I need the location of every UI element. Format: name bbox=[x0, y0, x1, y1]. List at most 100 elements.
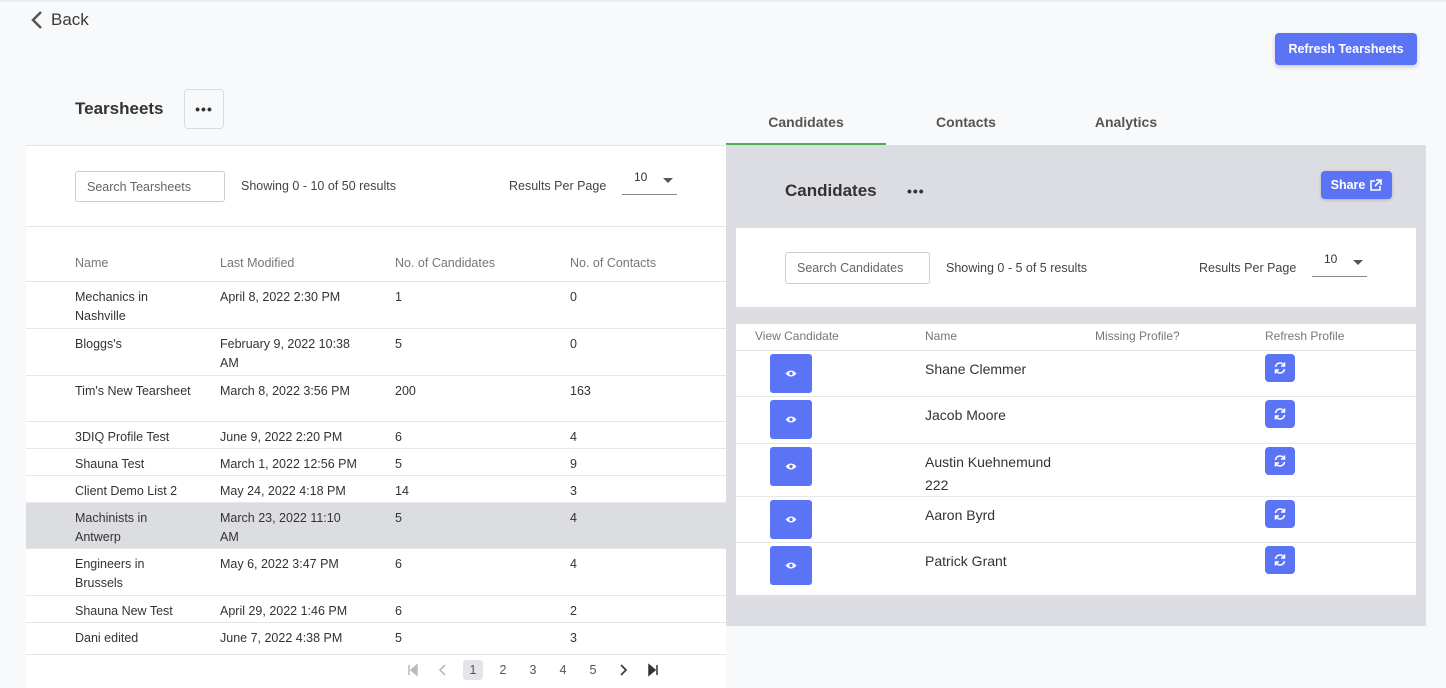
page-number: 4 bbox=[559, 663, 567, 677]
prev-page-button[interactable] bbox=[428, 659, 458, 681]
refresh-profile-button[interactable] bbox=[1265, 354, 1295, 382]
candidate-row: Austin Kuehnemund 222 bbox=[736, 444, 1416, 497]
row-modified: March 23, 2022 11:10 AM bbox=[220, 511, 341, 544]
col-missing-profile: Missing Profile? bbox=[1095, 329, 1180, 343]
refresh-profile-button[interactable] bbox=[1265, 447, 1295, 475]
row-candidates: 6 bbox=[395, 430, 402, 444]
candidates-search-bar: Showing 0 - 5 of 5 results Results Per P… bbox=[736, 228, 1416, 307]
row-name: Shauna New Test bbox=[75, 604, 173, 618]
first-page-button[interactable] bbox=[398, 659, 428, 681]
row-candidates: 6 bbox=[395, 604, 402, 618]
col-candidates: No. of Candidates bbox=[395, 256, 496, 270]
page-5-button[interactable]: 5 bbox=[578, 659, 608, 681]
page-4-button[interactable]: 4 bbox=[548, 659, 578, 681]
page-1-button[interactable]: 1 bbox=[458, 659, 488, 681]
row-modified: May 6, 2022 3:47 PM bbox=[220, 557, 339, 571]
tearsheets-rpp-select[interactable]: 10 bbox=[622, 166, 677, 195]
row-contacts: 0 bbox=[570, 290, 577, 304]
search-candidates-input[interactable] bbox=[785, 252, 930, 284]
row-contacts: 4 bbox=[570, 430, 577, 444]
candidate-row: Aaron Byrd bbox=[736, 497, 1416, 543]
candidates-more-button[interactable]: ••• bbox=[907, 183, 925, 199]
tearsheets-more-button[interactable]: ••• bbox=[184, 89, 224, 129]
search-tearsheets-input[interactable] bbox=[75, 171, 225, 202]
page-number: 2 bbox=[499, 663, 507, 677]
page-2-button[interactable]: 2 bbox=[488, 659, 518, 681]
view-candidate-button[interactable] bbox=[770, 354, 812, 393]
table-row[interactable]: Dani edited June 7, 2022 4:38 PM 5 3 bbox=[26, 623, 726, 655]
candidates-rpp-label: Results Per Page bbox=[1199, 261, 1297, 275]
tearsheets-rpp-value: 10 bbox=[634, 170, 648, 184]
row-contacts: 0 bbox=[570, 337, 577, 351]
row-contacts: 4 bbox=[570, 557, 577, 571]
caret-down-icon bbox=[663, 178, 673, 183]
top-border bbox=[0, 0, 1446, 2]
row-candidates: 5 bbox=[395, 337, 402, 351]
tearsheets-table-body: Mechanics in Nashville April 8, 2022 2:3… bbox=[26, 282, 726, 655]
row-name: Machinists in Antwerp bbox=[75, 511, 148, 544]
back-link[interactable]: Back bbox=[31, 10, 89, 30]
col-contacts: No. of Contacts bbox=[570, 256, 657, 270]
table-row[interactable]: Engineers in Brussels May 6, 2022 3:47 P… bbox=[26, 549, 726, 596]
row-candidates: 1 bbox=[395, 290, 402, 304]
tearsheets-rpp-label: Results Per Page bbox=[509, 179, 607, 193]
last-page-button[interactable] bbox=[638, 659, 668, 681]
pagination: 1 2 3 4 5 bbox=[398, 659, 668, 681]
page-number: 5 bbox=[589, 663, 597, 677]
tearsheets-table-header: Name Last Modified No. of Candidates No.… bbox=[26, 250, 726, 282]
tab-candidates[interactable]: Candidates bbox=[726, 103, 886, 145]
row-name: Client Demo List 2 bbox=[75, 484, 178, 498]
tab-contacts[interactable]: Contacts bbox=[886, 103, 1046, 145]
chevron-right-icon bbox=[620, 664, 628, 676]
chevron-left-icon bbox=[438, 664, 446, 676]
refresh-profile-button[interactable] bbox=[1265, 500, 1295, 528]
divider bbox=[26, 226, 726, 227]
view-candidate-button[interactable] bbox=[770, 500, 812, 539]
eye-icon bbox=[785, 463, 797, 470]
page-number: 1 bbox=[462, 660, 484, 680]
col-refresh-profile: Refresh Profile bbox=[1265, 329, 1345, 343]
row-name: Tim's New Tearsheet bbox=[75, 384, 191, 398]
tearsheets-panel: Showing 0 - 10 of 50 results Results Per… bbox=[26, 145, 726, 688]
refresh-icon bbox=[1274, 455, 1286, 467]
candidate-row: Jacob Moore bbox=[736, 397, 1416, 444]
refresh-profile-button[interactable] bbox=[1265, 546, 1295, 574]
col-name: Name bbox=[75, 256, 109, 270]
eye-icon bbox=[785, 516, 797, 523]
view-candidate-button[interactable] bbox=[770, 447, 812, 486]
refresh-icon bbox=[1274, 362, 1286, 374]
candidates-results-count: Showing 0 - 5 of 5 results bbox=[946, 261, 1088, 275]
row-name: Dani edited bbox=[75, 631, 139, 645]
table-row-selected[interactable]: Machinists in Antwerp March 23, 2022 11:… bbox=[26, 503, 726, 549]
row-name: Shauna Test bbox=[75, 457, 145, 471]
share-button[interactable]: Share bbox=[1321, 171, 1392, 199]
next-page-button[interactable] bbox=[608, 659, 638, 681]
candidate-name: Jacob Moore bbox=[925, 407, 1006, 423]
tab-analytics[interactable]: Analytics bbox=[1046, 103, 1206, 145]
first-page-icon bbox=[408, 663, 418, 677]
table-row[interactable]: Shauna New Test April 29, 2022 1:46 PM 6… bbox=[26, 596, 726, 623]
candidates-title: Candidates bbox=[785, 181, 877, 200]
table-row[interactable]: Bloggs's February 9, 2022 10:38 AM 5 0 bbox=[26, 329, 726, 376]
page-number: 3 bbox=[529, 663, 537, 677]
view-candidate-button[interactable] bbox=[770, 546, 812, 585]
row-contacts: 3 bbox=[570, 631, 577, 645]
row-contacts: 4 bbox=[570, 511, 577, 525]
refresh-tearsheets-button[interactable]: Refresh Tearsheets bbox=[1275, 33, 1417, 65]
table-row[interactable]: 3DIQ Profile Test June 9, 2022 2:20 PM 6… bbox=[26, 422, 726, 449]
eye-icon bbox=[785, 370, 797, 377]
page-3-button[interactable]: 3 bbox=[518, 659, 548, 681]
candidates-rpp-select[interactable]: 10 bbox=[1312, 248, 1367, 277]
row-candidates: 5 bbox=[395, 457, 402, 471]
eye-icon bbox=[785, 416, 797, 423]
candidate-row: Patrick Grant bbox=[736, 543, 1416, 589]
table-row[interactable]: Client Demo List 2 May 24, 2022 4:18 PM … bbox=[26, 476, 726, 503]
refresh-profile-button[interactable] bbox=[1265, 400, 1295, 428]
table-row[interactable]: Tim's New Tearsheet March 8, 2022 3:56 P… bbox=[26, 376, 726, 422]
view-candidate-button[interactable] bbox=[770, 400, 812, 439]
table-row[interactable]: Shauna Test March 1, 2022 12:56 PM 5 9 bbox=[26, 449, 726, 476]
row-candidates: 6 bbox=[395, 557, 402, 571]
caret-down-icon bbox=[1353, 260, 1363, 265]
refresh-icon bbox=[1274, 508, 1286, 520]
table-row[interactable]: Mechanics in Nashville April 8, 2022 2:3… bbox=[26, 282, 726, 329]
